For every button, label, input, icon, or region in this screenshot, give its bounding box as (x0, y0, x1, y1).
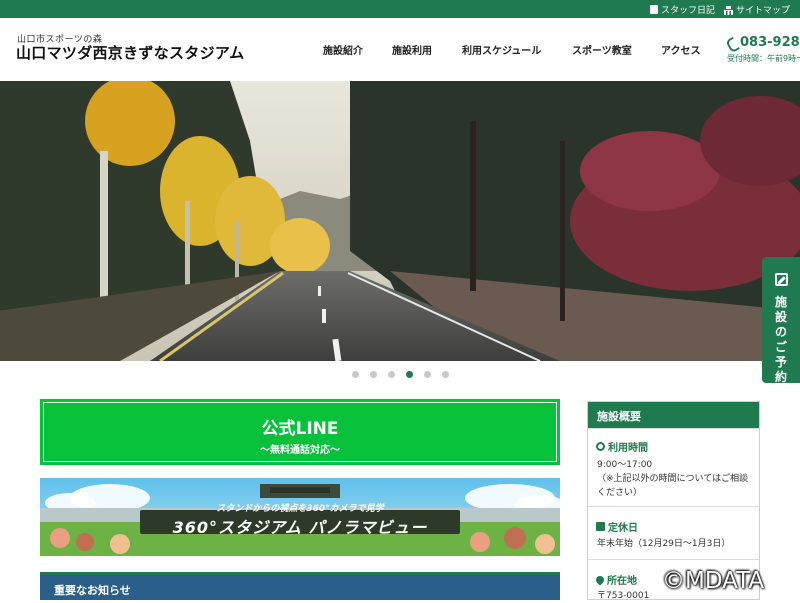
reception-hours: 受付時間：午前9時～ (727, 54, 800, 63)
address-title: 所在地 (607, 576, 637, 587)
banner-title: 360°スタジアム パノラマビュー (172, 518, 428, 537)
hours-line: 9:00～17:00 (597, 460, 653, 470)
closed-days-section: 定休日 年末年始（12月29日～1月3日） (588, 506, 759, 559)
slider-dot-active[interactable] (405, 370, 413, 378)
document-icon (650, 5, 658, 14)
facility-overview-title: 施設概要 (588, 402, 759, 428)
clock-icon (596, 442, 605, 451)
nav-schedule[interactable]: 利用スケジュール (462, 42, 541, 57)
copyright-watermark: ©MDATA (662, 568, 765, 594)
slider-dot[interactable] (423, 370, 431, 378)
top-utility-bar: スタッフ日記 サイトマップ (0, 0, 800, 18)
hours-title: 利用時間 (608, 443, 648, 454)
closed-days-text: 年末年始（12月29日～1月3日） (597, 537, 755, 551)
important-notice-header: 重要なお知らせ (40, 572, 560, 600)
phone-icon (727, 38, 737, 48)
hours-section: 利用時間 9:00～17:00 （※上記以外の時間についてはご相談ください） (588, 428, 759, 506)
hero-slideshow-image (0, 81, 800, 361)
closed-days-title: 定休日 (608, 523, 638, 534)
panorama-view-banner[interactable]: スタンドからの視点を360°カメラで見学 360°スタジアム パノラマビュー (40, 478, 560, 556)
calendar-icon (596, 522, 605, 531)
booking-tab-label: 施設のご予約 (774, 295, 787, 384)
location-pin-icon (594, 573, 606, 586)
slider-dot[interactable] (351, 370, 359, 378)
address-heading: 所在地 (594, 572, 637, 587)
phone-text: 083-928- (740, 35, 800, 50)
nav-facility-intro[interactable]: 施設紹介 (323, 42, 363, 57)
nav-sports-class[interactable]: スポーツ教室 (572, 42, 632, 57)
closed-days-heading: 定休日 (596, 519, 638, 534)
sitemap-label: サイトマップ (736, 6, 791, 16)
pencil-icon (775, 273, 788, 286)
sitemap-icon (724, 5, 733, 15)
slider-dot[interactable] (369, 370, 377, 378)
autumn-road-photo (0, 81, 800, 361)
slider-pagination (0, 361, 800, 387)
nav-facility-use[interactable]: 施設利用 (392, 42, 432, 57)
slider-dot[interactable] (387, 370, 395, 378)
phone-number[interactable]: 083-928- (727, 35, 800, 50)
hours-heading: 利用時間 (596, 439, 648, 454)
notice-title: 重要なお知らせ (54, 584, 131, 597)
hours-note: （※上記以外の時間についてはご相談ください） (597, 474, 749, 498)
line-title: 公式LINE (261, 419, 339, 439)
site-logo[interactable]: 山口マツダ西京きずなスタジアム (16, 42, 244, 63)
closed-days-line: 年末年始（12月29日～1月3日） (597, 539, 731, 549)
facility-booking-tab[interactable]: 施設のご予約 (762, 257, 800, 384)
line-subtitle: ～無料通話対応～ (260, 445, 340, 456)
staff-diary-link[interactable]: スタッフ日記 (650, 3, 715, 16)
banner-caption: スタンドからの視点を360°カメラで見学 (216, 504, 384, 514)
hours-text: 9:00～17:00 （※上記以外の時間についてはご相談ください） (597, 458, 755, 500)
nav-access[interactable]: アクセス (661, 42, 701, 57)
slider-dot[interactable] (441, 370, 449, 378)
site-header: 山口市スポーツの森 山口マツダ西京きずなスタジアム 施設紹介 施設利用 利用スケ… (0, 18, 800, 81)
staff-diary-label: スタッフ日記 (661, 6, 716, 16)
sitemap-link[interactable]: サイトマップ (724, 3, 790, 16)
official-line-button[interactable]: 公式LINE ～無料通話対応～ (40, 399, 560, 465)
